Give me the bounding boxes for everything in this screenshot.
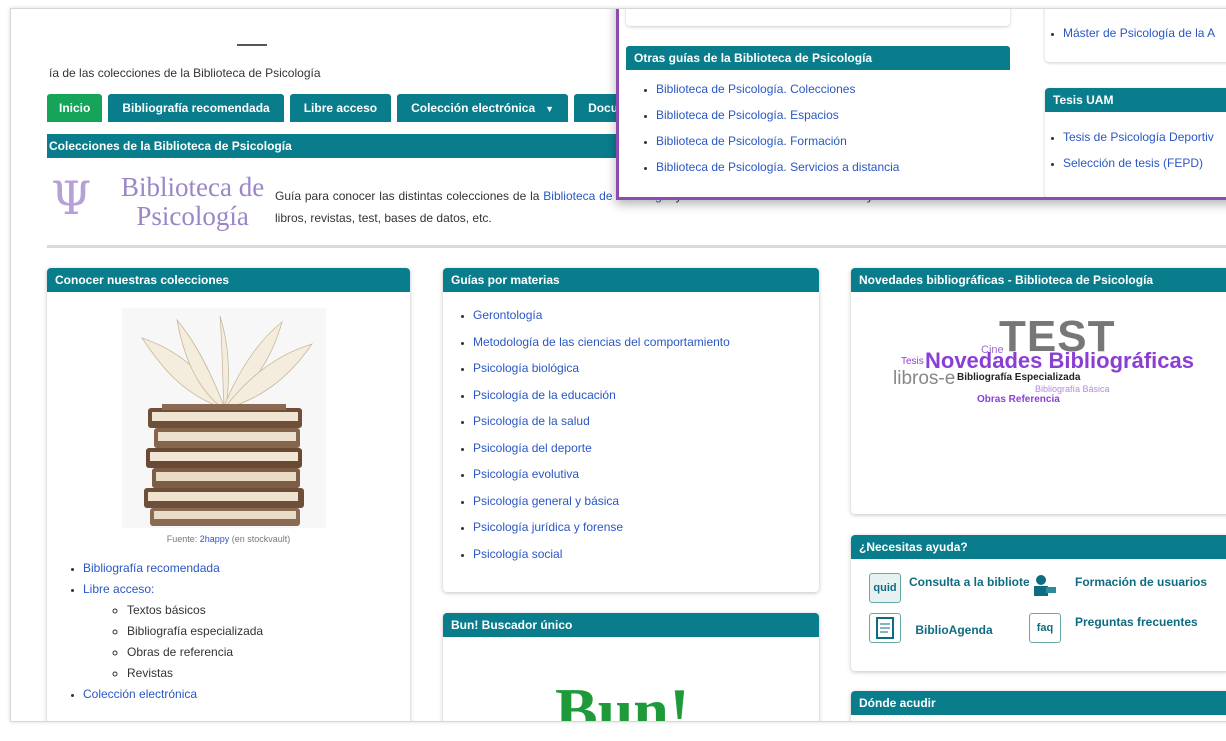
logo-line-1: Biblioteca de [121, 172, 265, 202]
logo-line-2: Psicología [136, 201, 249, 231]
cloud-basica: Bibliografía Básica [1035, 384, 1110, 394]
books-illustration [122, 308, 326, 528]
box-colecciones: Conocer nuestras colecciones Fuente: 2ha… [47, 268, 410, 721]
list-item[interactable]: Bibliografía recomendada [83, 558, 410, 579]
faq-icon-text: faq [1036, 622, 1054, 634]
list-item[interactable]: Psicología jurídica y forense [473, 514, 819, 541]
box-ayuda-title: ¿Necesitas ayuda? [851, 535, 1226, 559]
list-item[interactable]: Metodología de las ciencias del comporta… [473, 329, 819, 356]
tab-bibliografia-recomendada[interactable]: Bibliografía recomendada [108, 94, 284, 122]
list-item[interactable]: Colección electrónica [83, 684, 410, 705]
agenda-svg [876, 617, 894, 639]
list-item[interactable]: Gerontología [473, 302, 819, 329]
list-item[interactable]: Psicología general y básica [473, 488, 819, 515]
credit-prefix: Fuente: [166, 534, 200, 544]
related-guides-overlay: Otras guías de la Biblioteca de Psicolog… [616, 9, 1226, 200]
box-otras-guias-title: Otras guías de la Biblioteca de Psicolog… [626, 46, 1010, 70]
faq-icon[interactable]: faq [1029, 613, 1061, 643]
credit-author-link[interactable]: 2happy [200, 534, 230, 544]
main-nav: Inicio Bibliografía recomendada Libre ac… [47, 94, 649, 122]
list-item[interactable]: Máster de Psicología de la A [1063, 20, 1226, 46]
title-fragment [237, 38, 267, 46]
cloud-novedades: Novedades Bibliográficas [925, 348, 1194, 373]
books-image [122, 308, 326, 528]
list-item[interactable]: Tesis de Psicología Deportiv [1063, 124, 1226, 150]
list-item[interactable]: Psicología del deporte [473, 435, 819, 462]
link-libre-acceso[interactable]: Libre acceso: [83, 582, 154, 596]
novedades-word-cloud[interactable]: TEST Cine Tesis Novedades Bibliográficas… [851, 308, 1217, 478]
intro-text-start: Guía para conocer las distintas coleccio… [275, 189, 544, 203]
list-item[interactable]: Biblioteca de Psicología. Formación [656, 128, 1010, 154]
colecciones-list: Bibliografía recomendada Libre acceso: T… [47, 552, 410, 711]
box-bun-title: Bun! Buscador único [443, 613, 819, 637]
box-donde-acudir-title: Dónde acudir [851, 691, 1226, 715]
bun-logo[interactable]: Bun! [555, 679, 690, 722]
tab-libre-acceso[interactable]: Libre acceso [289, 94, 392, 122]
sub-list-item: Obras de referencia [127, 642, 410, 663]
list-item[interactable]: Psicología evolutiva [473, 461, 819, 488]
box-colecciones-title: Conocer nuestras colecciones [47, 268, 410, 292]
cloud-obras: Obras Referencia [977, 394, 1060, 405]
chevron-down-icon: ▼ [545, 104, 555, 114]
list-item[interactable]: Libre acceso: Textos básicos Bibliografí… [83, 579, 410, 684]
list-item[interactable]: Biblioteca de Psicología. Servicios a di… [656, 154, 1010, 180]
materias-list: Gerontología Metodología de las ciencias… [443, 302, 819, 567]
site-title [237, 29, 267, 59]
list-item[interactable]: Psicología biológica [473, 355, 819, 382]
box-donde-acudir: Dónde acudir [851, 691, 1226, 721]
biblioagenda-label[interactable]: BiblioAgenda [909, 623, 999, 638]
sub-list-item: Bibliografía especializada [127, 621, 410, 642]
box-guias-materias: Guías por materias Gerontología Metodolo… [443, 268, 819, 592]
list-item[interactable]: Biblioteca de Psicología. Espacios [656, 102, 1010, 128]
tab-coleccion-electronica-label: Colección electrónica [411, 101, 536, 115]
tab-coleccion-electronica[interactable]: Colección electrónica ▼ [397, 94, 569, 122]
logo-wordmark: Biblioteca de Psicología [121, 173, 264, 231]
cloud-libros: libros-e [893, 368, 956, 389]
libguide-page: ía de las colecciones de la Biblioteca d… [10, 8, 1226, 722]
help-grid: quid Consulta a la biblioteca Formación … [869, 573, 1207, 653]
preguntas-label[interactable]: Preguntas frecuentes [1075, 615, 1198, 630]
user-training-svg [1034, 575, 1056, 596]
box-masters: Máster de Psicología de la A [1045, 9, 1226, 62]
site-subtitle: ía de las colecciones de la Biblioteca d… [49, 66, 321, 80]
sub-list-item: Revistas [127, 663, 410, 684]
box-tesis-uam: Tesis UAM Tesis de Psicología Deportiv S… [1045, 88, 1226, 197]
sub-list-item: Textos básicos [127, 600, 410, 621]
list-item[interactable]: Psicología social [473, 541, 819, 568]
box-ayuda: ¿Necesitas ayuda? quid Consulta a la bib… [851, 535, 1226, 671]
image-credit: Fuente: 2happy (en stockvault) [47, 534, 410, 544]
box-novedades: Novedades bibliográficas - Biblioteca de… [851, 268, 1226, 514]
cloud-tesis: Tesis [901, 356, 924, 367]
user-training-icon[interactable] [1029, 573, 1059, 601]
list-item[interactable]: Selección de tesis (FEPD) [1063, 150, 1226, 176]
list-item[interactable]: Psicología de la educación [473, 382, 819, 409]
formacion-label[interactable]: Formación de usuarios [1075, 575, 1207, 590]
link-bibliografia-recomendada[interactable]: Bibliografía recomendada [83, 561, 220, 575]
cloud-especializada: Bibliografía Especializada [957, 372, 1081, 383]
box-bun: Bun! Buscador único Bun! [443, 613, 819, 722]
credit-suffix: (en stockvault) [229, 534, 291, 544]
box-novedades-title: Novedades bibliográficas - Biblioteca de… [851, 268, 1226, 292]
tesis-list: Tesis de Psicología Deportiv Selección d… [1045, 124, 1226, 176]
psi-logo-icon: Ψ [51, 171, 92, 225]
tab-inicio[interactable]: Inicio [47, 94, 103, 122]
quid-icon-text: quid [873, 582, 897, 594]
biblioteca-psicologia-logo: Ψ Biblioteca de Psicología [51, 171, 271, 231]
box-otras-guias: Otras guías de la Biblioteca de Psicolog… [626, 46, 1010, 197]
agenda-icon[interactable] [869, 613, 901, 643]
popup-top-box [626, 9, 1010, 26]
consulta-label[interactable]: Consulta a la biblioteca [909, 575, 1043, 590]
list-item[interactable]: Psicología de la salud [473, 408, 819, 435]
divider [47, 245, 1226, 248]
otras-guias-list: Biblioteca de Psicología. Colecciones Bi… [626, 76, 1010, 180]
quid-icon[interactable]: quid [869, 573, 901, 603]
masters-list: Máster de Psicología de la A [1045, 20, 1226, 46]
list-item[interactable]: Biblioteca de Psicología. Colecciones [656, 76, 1010, 102]
box-tesis-uam-title: Tesis UAM [1045, 88, 1226, 112]
link-coleccion-electronica[interactable]: Colección electrónica [83, 687, 197, 701]
box-guias-materias-title: Guías por materias [443, 268, 819, 292]
